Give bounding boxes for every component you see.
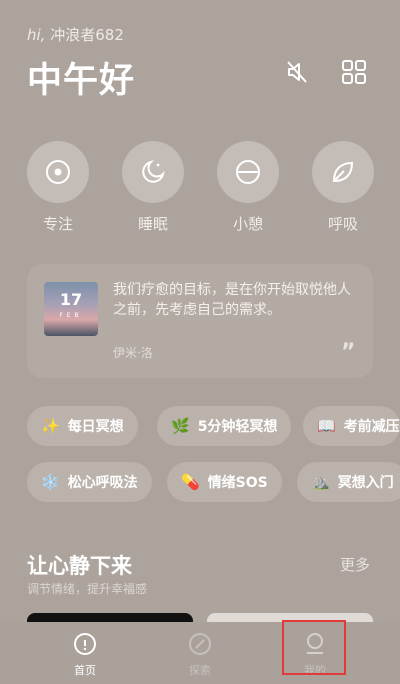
book-icon: 📖	[317, 417, 336, 435]
highlight-box	[282, 620, 346, 675]
mode-breathe[interactable]: 呼吸	[311, 141, 375, 234]
mode-shortcuts: 专注 睡眠 小憩 呼吸	[0, 141, 400, 241]
date-month: FEB	[59, 312, 83, 319]
tag-exam-relief[interactable]: 📖 考前减压	[303, 406, 400, 446]
home-icon	[73, 632, 97, 656]
user-greeting: hi, 冲浪者682	[27, 24, 124, 45]
mountain-icon: ⛰️	[311, 473, 330, 491]
mode-label: 专注	[42, 215, 73, 233]
tab-label: 探索	[189, 664, 211, 677]
mode-label: 睡眠	[137, 215, 168, 233]
greeting-prefix: hi,	[27, 26, 46, 44]
snowflake-icon: ❄️	[41, 473, 60, 491]
more-link[interactable]: 更多	[340, 554, 370, 575]
compass-icon	[188, 632, 212, 656]
focus-target-icon	[27, 141, 89, 203]
tag-meditation-intro[interactable]: ⛰️ 冥想入门	[297, 462, 400, 502]
sparkles-icon: ✨	[41, 417, 60, 435]
daily-quote-card[interactable]: 17 FEB 我们疗愈的目标，是在你开始取悦他人之前，先考虑自己的需求。 伊米·…	[27, 264, 373, 378]
date-day: 17	[59, 290, 83, 309]
tab-home[interactable]: 首页	[45, 622, 125, 684]
mode-label: 呼吸	[327, 215, 358, 233]
mode-nap[interactable]: 小憩	[216, 141, 280, 234]
mute-speaker-icon[interactable]	[283, 58, 311, 86]
mode-label: 小憩	[232, 215, 263, 233]
pill-icon: 💊	[181, 473, 200, 491]
tag-label: 松心呼吸法	[67, 475, 138, 491]
user-name: 冲浪者682	[50, 26, 124, 44]
tag-breathing-method[interactable]: ❄️ 松心呼吸法	[27, 462, 152, 502]
moon-icon	[122, 141, 184, 203]
section-subtitle: 调节情绪，提升幸福感	[27, 582, 148, 596]
herb-icon: 🌿	[171, 417, 190, 435]
tag-label: 情绪SOS	[207, 475, 268, 491]
tag-emotion-sos[interactable]: 💊 情绪SOS	[167, 462, 282, 502]
tag-label: 考前减压	[343, 419, 400, 435]
tag-label: 每日冥想	[67, 419, 124, 435]
tag-daily-meditation[interactable]: ✨ 每日冥想	[27, 406, 138, 446]
tag-label: 冥想入门	[337, 475, 394, 491]
tag-5min-meditation[interactable]: 🌿 5分钟轻冥想	[157, 406, 292, 446]
tag-label: 5分钟轻冥想	[197, 419, 278, 435]
page-title: 中午好	[27, 61, 136, 101]
mode-focus[interactable]: 专注	[26, 141, 90, 234]
grid-icon[interactable]	[340, 58, 368, 86]
quote-text: 我们疗愈的目标，是在你开始取悦他人之前，先考虑自己的需求。	[113, 282, 351, 318]
leaf-icon	[312, 141, 374, 203]
section-title: 让心静下来	[27, 554, 132, 578]
date-tile: 17 FEB	[44, 282, 98, 336]
tab-label: 首页	[74, 664, 96, 677]
mode-sleep[interactable]: 睡眠	[121, 141, 185, 234]
quote-author: 伊米·洛	[113, 346, 153, 360]
quote-mark-icon: ”	[341, 340, 356, 365]
tab-explore[interactable]: 探索	[160, 622, 240, 684]
half-circle-icon	[217, 141, 279, 203]
